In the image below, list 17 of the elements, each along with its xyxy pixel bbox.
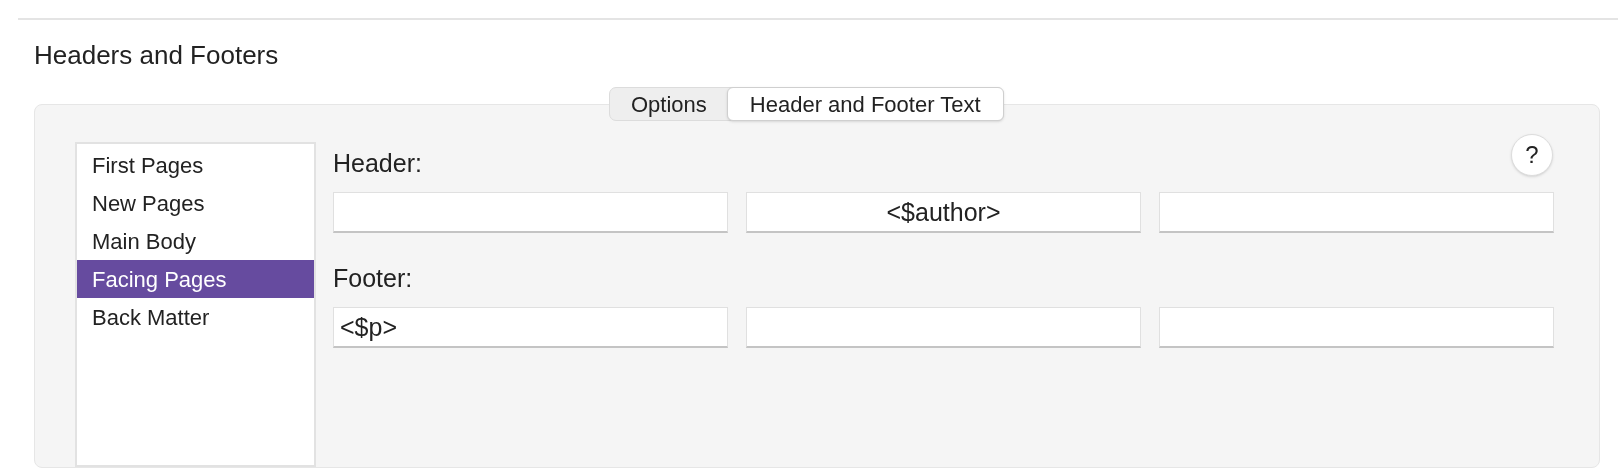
sidebar-item[interactable]: New Pages [77,184,314,222]
text-field[interactable]: <$author> [746,192,1141,233]
tab[interactable]: Options [610,88,728,120]
help-button[interactable]: ? [1511,134,1553,176]
section-label: Header: [333,148,422,178]
text-field[interactable] [746,307,1141,348]
sidebar-item[interactable]: Facing Pages [77,260,314,298]
text-field[interactable] [333,192,728,233]
text-field[interactable]: <$p> [333,307,728,348]
tab[interactable]: Header and Footer Text [726,87,1004,121]
sidebar-item[interactable]: First Pages [77,146,314,184]
section-label: Footer: [333,263,413,293]
text-field[interactable] [1159,307,1554,348]
text-field[interactable] [1159,192,1554,233]
sidebar-item[interactable]: Back Matter [77,298,314,336]
section-title: Headers and Footers [34,40,279,70]
sidebar-item[interactable]: Main Body [77,222,314,260]
